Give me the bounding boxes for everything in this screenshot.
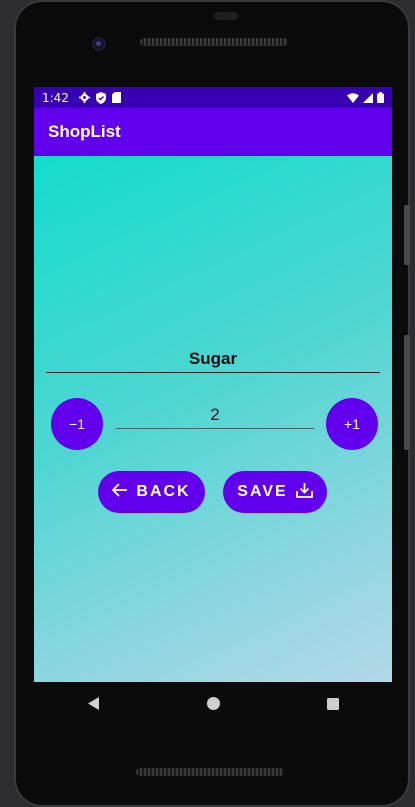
volume-button: [404, 335, 410, 450]
status-bar: 1:42: [34, 87, 392, 108]
bottom-speaker-grille: [136, 768, 284, 776]
quantity-input[interactable]: 2: [116, 405, 314, 425]
decrement-label: −1: [69, 416, 85, 432]
back-button[interactable]: BACK: [98, 471, 205, 513]
recents-square-icon[interactable]: [326, 695, 339, 714]
battery-icon: [377, 92, 384, 103]
device-screen: 1:42 ShopList Sugar −1 2 +1 BACK SAVE: [34, 87, 392, 682]
gear-icon: [78, 92, 90, 103]
status-time: 1:42: [42, 90, 69, 105]
app-title: ShopList: [48, 122, 121, 141]
increment-button[interactable]: +1: [326, 398, 378, 450]
sd-card-icon: [111, 92, 121, 103]
back-triangle-icon[interactable]: [87, 695, 100, 714]
item-name-underline: [46, 372, 380, 373]
system-navigation-bar: [34, 682, 392, 726]
top-sensor: [214, 12, 238, 20]
save-button[interactable]: SAVE: [223, 471, 327, 513]
arrow-left-icon: [112, 482, 128, 502]
increment-label: +1: [344, 416, 360, 432]
front-camera: [92, 37, 106, 51]
shield-icon: [95, 91, 106, 104]
decrement-button[interactable]: −1: [51, 398, 103, 450]
download-icon: [295, 482, 313, 503]
top-speaker-grille: [140, 38, 288, 46]
app-bar: ShopList: [34, 108, 392, 156]
status-right-icons: [347, 92, 384, 103]
quantity-underline: [116, 428, 314, 429]
wifi-icon: [347, 92, 359, 103]
back-label: BACK: [136, 483, 191, 500]
home-circle-icon[interactable]: [206, 695, 220, 714]
item-name-input[interactable]: Sugar: [46, 349, 380, 369]
edit-item-content: Sugar −1 2 +1 BACK SAVE: [34, 156, 392, 682]
save-label: SAVE: [237, 483, 288, 500]
cell-signal-icon: [363, 92, 373, 103]
power-button: [404, 205, 410, 265]
